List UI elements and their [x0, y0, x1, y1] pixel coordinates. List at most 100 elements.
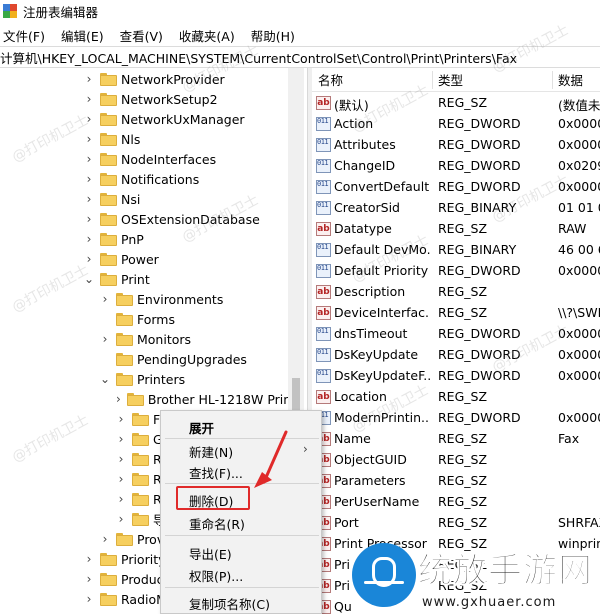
menu-item-copy-key-name[interactable]: 复制项名称(C)	[189, 594, 270, 613]
tree-item[interactable]: ⌄ Printers	[0, 369, 290, 389]
folder-icon	[132, 452, 149, 466]
chevron-right-icon[interactable]: ›	[116, 452, 126, 466]
menu-item-rename[interactable]: 重命名(R)	[189, 514, 245, 533]
value-row[interactable]: ab(默认)REG_SZ(数值未设置)	[312, 93, 600, 114]
value-row[interactable]: 011 110Default DevMo...REG_BINARY46 00 6	[312, 240, 600, 261]
folder-icon	[116, 332, 133, 346]
menu-item-find[interactable]: 查找(F)...	[189, 463, 243, 482]
string-value-icon: ab	[316, 96, 331, 110]
value-type: REG_SZ	[438, 305, 488, 320]
chevron-right-icon[interactable]: ›	[100, 332, 110, 346]
chevron-right-icon[interactable]: ›	[84, 552, 94, 566]
menu-item-delete[interactable]: 删除(D)	[189, 491, 233, 510]
chevron-right-icon[interactable]: ›	[100, 292, 110, 306]
chevron-right-icon[interactable]: ›	[84, 132, 94, 146]
column-name-header[interactable]: 名称	[318, 70, 343, 89]
chevron-right-icon[interactable]: ›	[84, 72, 94, 86]
value-row[interactable]: ab Parameters REG_SZ	[312, 471, 600, 492]
value-name: Description	[334, 284, 406, 299]
value-data: 0x00004	[558, 137, 600, 152]
chevron-right-icon[interactable]: ›	[84, 172, 94, 186]
value-row[interactable]: 011 110CreatorSidREG_BINARY01 01 0	[312, 198, 600, 219]
folder-icon	[100, 172, 117, 186]
tree-item[interactable]: › Monitors	[0, 329, 290, 349]
menu-view[interactable]: 查看(V)	[117, 26, 170, 45]
tree-item[interactable]: › NetworkSetup2	[0, 89, 290, 109]
menu-item-permissions[interactable]: 权限(P)...	[189, 566, 243, 585]
chevron-right-icon[interactable]	[100, 313, 110, 325]
tree-item[interactable]: › PnP	[0, 229, 290, 249]
column-data-header[interactable]: 数据	[558, 70, 583, 89]
value-row[interactable]: ab PerUserName REG_SZ	[312, 492, 600, 513]
value-data: 0x00000	[558, 410, 600, 425]
tree-item[interactable]: › NetworkProvider	[0, 69, 290, 89]
value-row[interactable]: 011 110DsKeyUpdateREG_DWORD0x00000	[312, 345, 600, 366]
value-row[interactable]: 011 110Attributes REG_DWORD 0x00004	[312, 135, 600, 156]
value-type: REG_SZ	[438, 515, 488, 530]
value-data: 0x00000	[558, 116, 600, 131]
value-type: REG_DWORD	[438, 137, 521, 152]
tree-item[interactable]: › Power	[0, 249, 290, 269]
menu-help[interactable]: 帮助(H)	[248, 26, 302, 45]
folder-icon	[100, 572, 117, 586]
folder-icon	[116, 312, 133, 326]
folder-icon	[100, 152, 117, 166]
chevron-right-icon[interactable]: ›	[116, 492, 126, 506]
folder-icon	[132, 472, 149, 486]
value-data: 0x00000	[558, 368, 600, 383]
menu-item-expand[interactable]: 展开	[189, 418, 214, 437]
value-type: REG_SZ	[438, 95, 488, 110]
chevron-right-icon[interactable]: ›	[84, 592, 94, 606]
chevron-right-icon[interactable]: ›	[116, 432, 126, 446]
value-row[interactable]: 011 110DsKeyUpdateF...REG_DWORD0x00000	[312, 366, 600, 387]
menu-edit[interactable]: 编辑(E)	[58, 26, 111, 45]
tree-item[interactable]: PendingUpgrades	[0, 349, 290, 369]
chevron-right-icon[interactable]: ›	[116, 392, 121, 406]
tree-item-label: Nsi	[121, 191, 141, 207]
tree-item-label: Printers	[137, 371, 186, 387]
folder-icon	[100, 132, 117, 146]
value-name: Attributes	[334, 137, 396, 152]
value-type: REG_DWORD	[438, 410, 521, 425]
value-type: REG_SZ	[438, 431, 488, 446]
value-type: REG_DWORD	[438, 263, 521, 278]
chevron-right-icon[interactable]: ›	[116, 512, 126, 526]
chevron-right-icon[interactable]: ›	[84, 232, 94, 246]
chevron-right-icon[interactable]: ›	[116, 472, 126, 486]
value-row[interactable]: ab Location REG_SZ	[312, 387, 600, 408]
value-row[interactable]: ab DeviceInterfac... REG_SZ \\?\SWI	[312, 303, 600, 324]
chevron-right-icon[interactable]	[100, 353, 110, 365]
value-data: 0x00000	[558, 263, 600, 278]
menu-file[interactable]: 文件(F)	[0, 26, 52, 45]
value-row[interactable]: ab Description REG_SZ	[312, 282, 600, 303]
value-type: REG_SZ	[438, 452, 488, 467]
value-data: 0x00000	[558, 347, 600, 362]
menu-item-new[interactable]: 新建(N)	[189, 442, 233, 461]
value-row[interactable]: abPortREG_SZSHRFAX	[312, 513, 600, 534]
tree-item[interactable]: Forms	[0, 309, 290, 329]
folder-icon	[100, 592, 117, 606]
chevron-right-icon[interactable]: ›	[84, 152, 94, 166]
value-row[interactable]: ab Datatype REG_SZ RAW	[312, 219, 600, 240]
binary-value-icon: 011 110	[316, 180, 331, 194]
binary-value-icon: 011 110	[316, 243, 331, 257]
menu-item-export[interactable]: 导出(E)	[189, 544, 232, 563]
chevron-right-icon[interactable]: ›	[84, 192, 94, 206]
chevron-right-icon[interactable]: ›	[84, 572, 94, 586]
chevron-down-icon[interactable]: ⌄	[100, 372, 110, 386]
binary-value-icon: 011 110	[316, 348, 331, 362]
menu-favorites[interactable]: 收藏夹(A)	[176, 26, 242, 45]
chevron-right-icon[interactable]: ›	[84, 212, 94, 226]
column-type-header[interactable]: 类型	[438, 70, 463, 89]
tree-item[interactable]: › NetworkUxManager	[0, 109, 290, 129]
tree-item-label: NodeInterfaces	[121, 151, 217, 167]
tree-item-label: PendingUpgrades	[137, 351, 247, 367]
tree-item[interactable]: › Notifications	[0, 169, 290, 189]
chevron-right-icon[interactable]: ›	[84, 92, 94, 106]
tree-item[interactable]: › Brother HL-1218W Print	[0, 389, 296, 409]
chevron-right-icon[interactable]: ›	[84, 252, 94, 266]
tree-item-label: NetworkSetup2	[121, 91, 218, 107]
value-row[interactable]: ab ObjectGUID REG_SZ	[312, 450, 600, 471]
chevron-right-icon[interactable]: ›	[116, 412, 126, 426]
chevron-right-icon[interactable]: ›	[100, 532, 110, 546]
